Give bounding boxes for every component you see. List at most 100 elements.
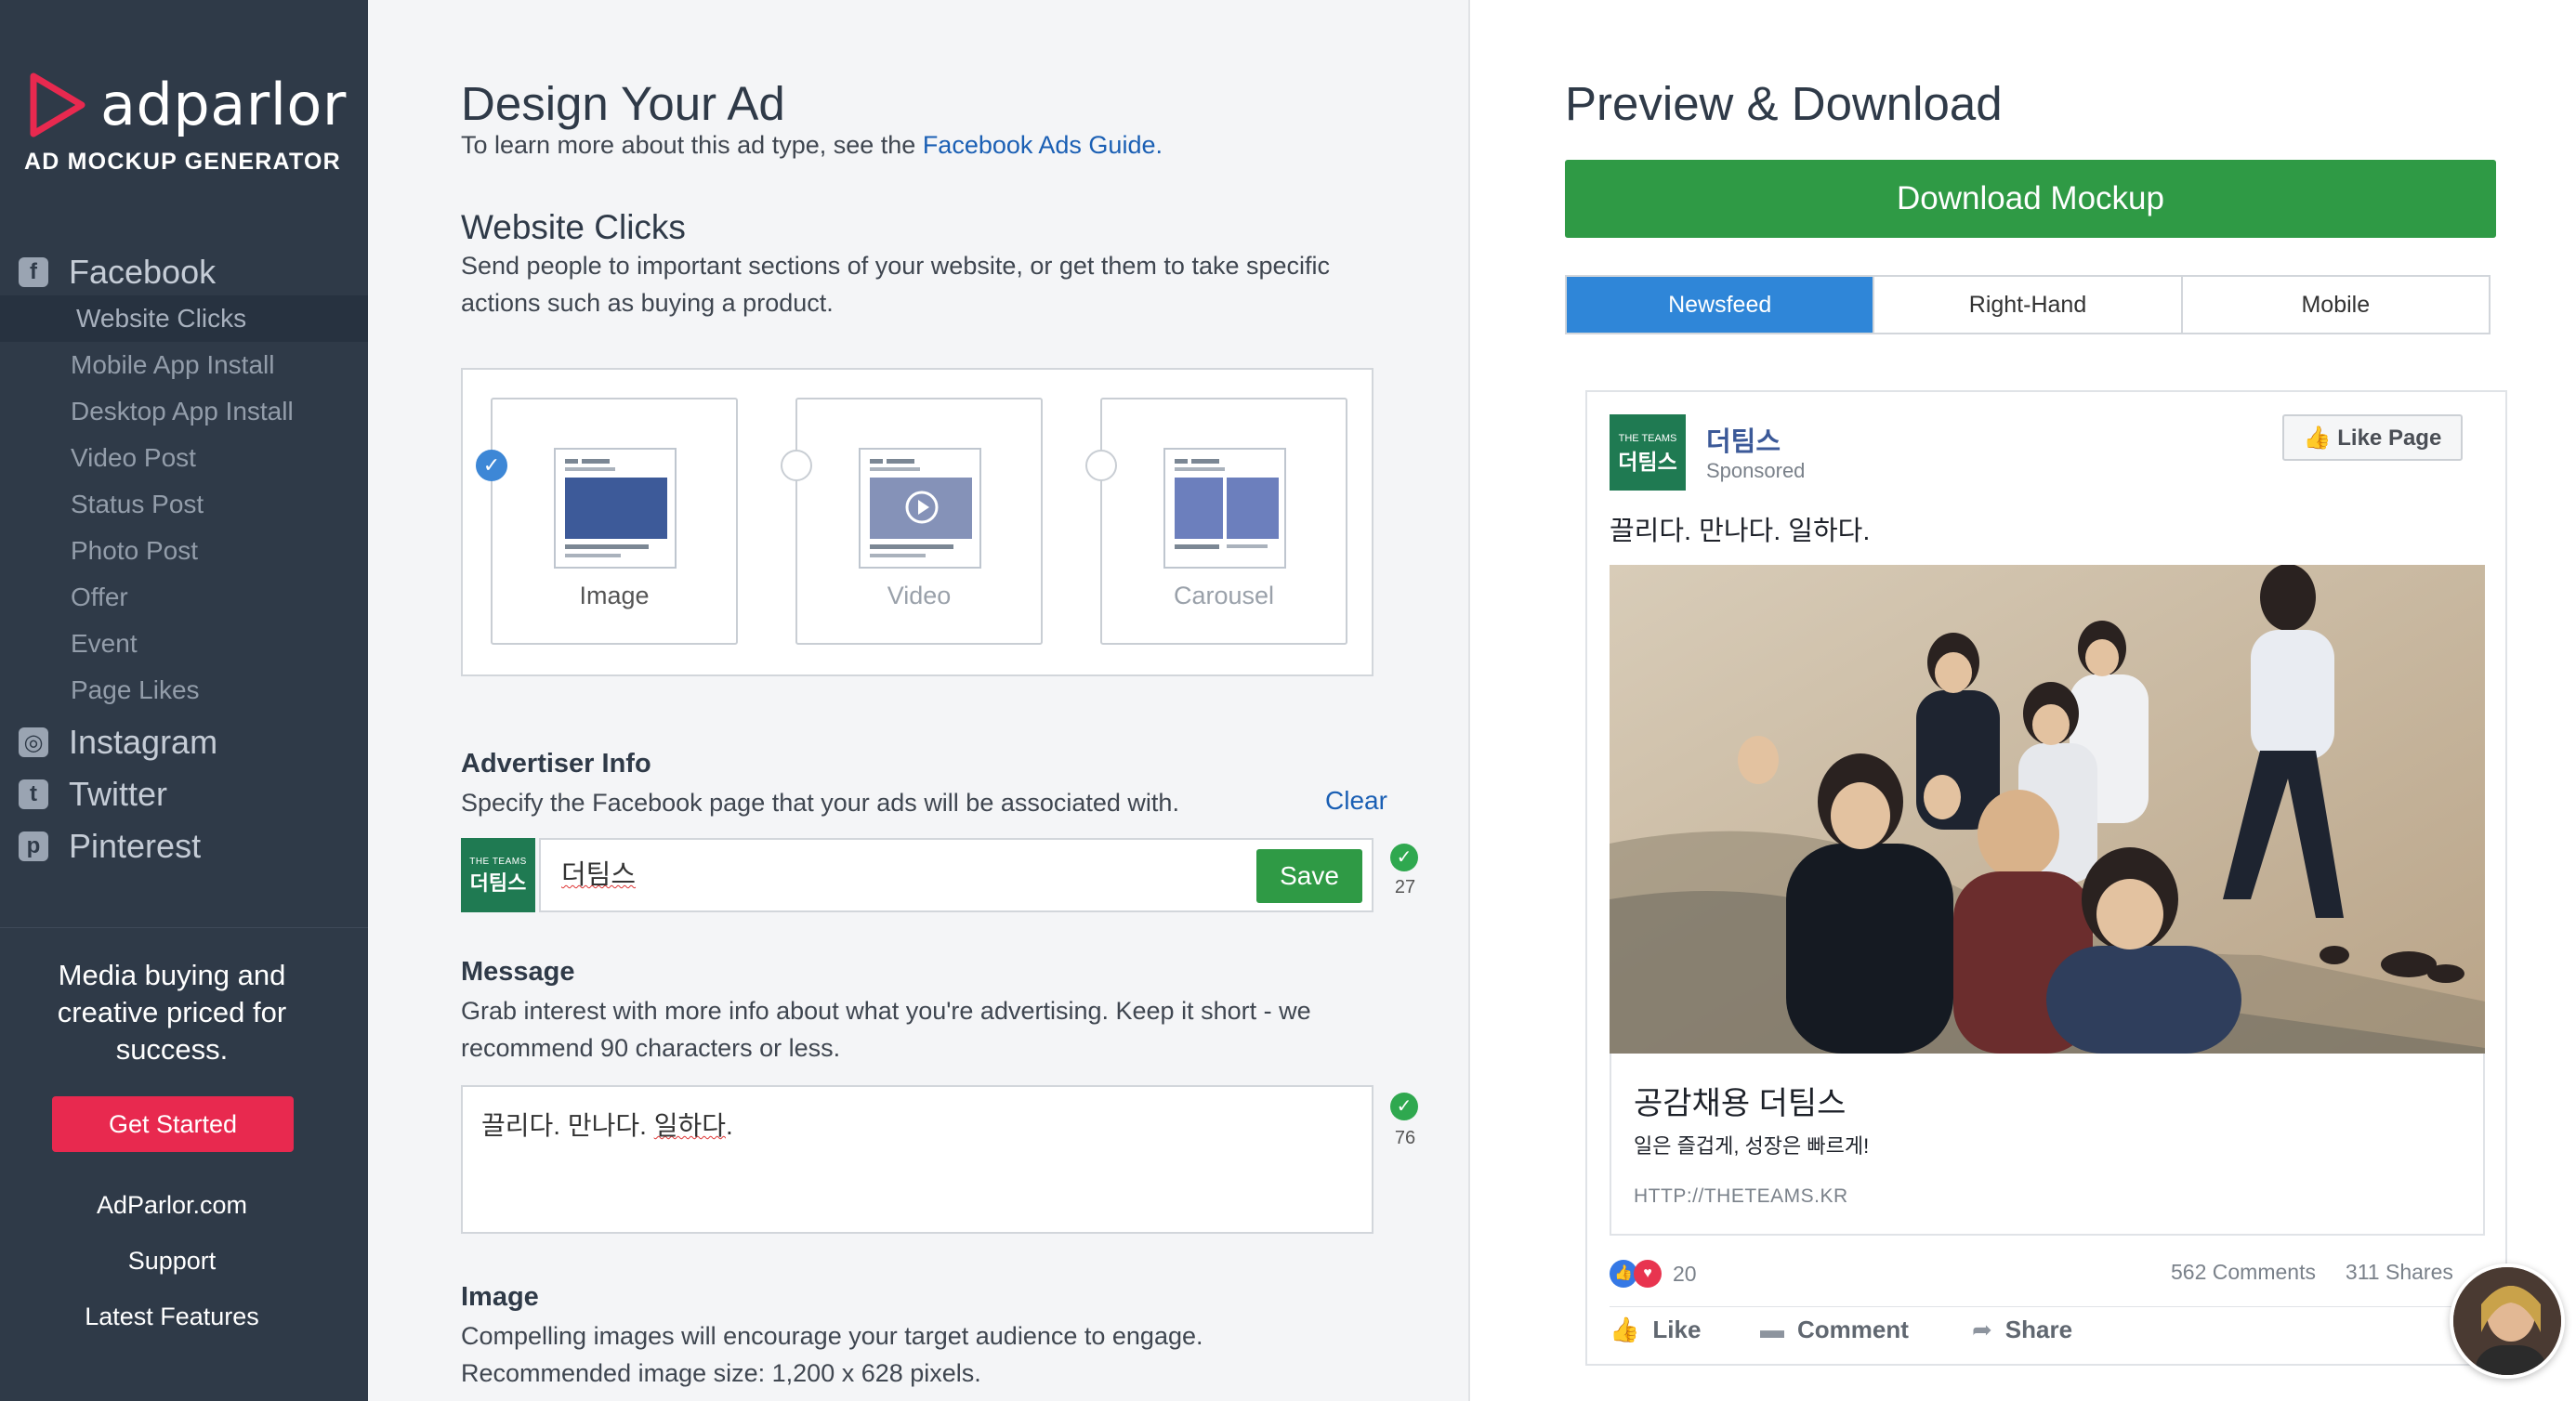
like-page-button[interactable]: 👍 Like Page bbox=[2282, 414, 2463, 461]
action-label: Like bbox=[1652, 1316, 1702, 1343]
sidebar-item-mobile-app-install[interactable]: Mobile App Install bbox=[0, 342, 368, 388]
format-carousel-card[interactable]: Carousel bbox=[1100, 398, 1347, 645]
message-char-count: 76 bbox=[1394, 1128, 1416, 1148]
pinterest-icon: p bbox=[19, 831, 48, 861]
design-intro: To learn more about this ad type, see th… bbox=[461, 126, 1163, 164]
message-value: . bbox=[725, 1111, 733, 1140]
facebook-ads-guide-link[interactable]: Facebook Ads Guide. bbox=[923, 131, 1163, 159]
advertiser-logo: THE TEAMS 더팀스 bbox=[461, 838, 535, 912]
page-name[interactable]: 더팀스 bbox=[1706, 420, 1781, 459]
advertiser-page-input[interactable]: 더팀스 Save bbox=[539, 838, 1373, 912]
video-format-icon bbox=[859, 448, 981, 569]
share-count[interactable]: 311 Shares bbox=[2346, 1260, 2453, 1284]
format-video-card[interactable]: Video bbox=[795, 398, 1043, 645]
format-label: Image bbox=[579, 582, 650, 609]
tab-newsfeed[interactable]: Newsfeed bbox=[1567, 277, 1873, 333]
sidebar-item-event[interactable]: Event bbox=[0, 621, 368, 667]
message-textarea[interactable]: 끌리다. 만나다. 일하다. bbox=[461, 1085, 1373, 1234]
sidebar-item-website-clicks[interactable]: Website Clicks bbox=[0, 295, 368, 342]
group-photo-image bbox=[1610, 565, 2485, 1054]
advertiser-row: THE TEAMS 더팀스 더팀스 Save bbox=[461, 838, 1373, 912]
format-selector: Image ✓ Video Carousel bbox=[461, 368, 1373, 676]
image-format-icon bbox=[554, 448, 677, 569]
sidebar-item-photo-post[interactable]: Photo Post bbox=[0, 528, 368, 574]
logo-big-text: 더팀스 bbox=[1618, 450, 1677, 474]
message-value: 끌리다. 만나다. bbox=[481, 1111, 654, 1140]
twitter-icon: t bbox=[19, 779, 48, 809]
app-root: adparlor AD MOCKUP GENERATOR f Facebook … bbox=[0, 0, 2576, 1401]
advertiser-info-desc: Specify the Facebook page that your ads … bbox=[461, 789, 1179, 817]
comment-action-button[interactable]: ▬ Comment bbox=[1760, 1316, 1909, 1344]
tab-mobile[interactable]: Mobile bbox=[2180, 277, 2489, 333]
message-value-misspelled: 일하다 bbox=[653, 1111, 726, 1140]
link-url: HTTP://THETEAMS.KR bbox=[1634, 1185, 1848, 1207]
save-button[interactable]: Save bbox=[1256, 849, 1362, 903]
check-icon: ✓ bbox=[1390, 1093, 1418, 1120]
logo-small-text: THE TEAMS bbox=[1618, 433, 1677, 444]
logo-small-text: THE TEAMS bbox=[469, 857, 527, 867]
support-chat-avatar[interactable] bbox=[2450, 1264, 2565, 1379]
share-action-button[interactable]: ➦ Share bbox=[1972, 1316, 2072, 1344]
sidebar-item-status-post[interactable]: Status Post bbox=[0, 481, 368, 528]
reaction-count: 20 bbox=[1673, 1261, 1697, 1286]
design-title: Design Your Ad bbox=[461, 77, 785, 130]
preview-title: Preview & Download bbox=[1565, 77, 2003, 130]
play-icon bbox=[905, 491, 939, 524]
sidebar-item-label: Instagram bbox=[69, 723, 218, 761]
link-preview[interactable]: 공감채용 더팀스 일은 즐겁게, 성장은 빠르게! HTTP://THETEAM… bbox=[1610, 1054, 2485, 1236]
link-description: 일은 즐겁게, 성장은 빠르게! bbox=[1634, 1134, 1870, 1158]
share-icon: ➦ bbox=[1972, 1316, 1992, 1343]
logo[interactable]: adparlor bbox=[28, 71, 347, 138]
facebook-post-preview: THE TEAMS 더팀스 더팀스 Sponsored 👍 Like Page … bbox=[1585, 390, 2507, 1366]
sidebar-item-instagram[interactable]: ◎ Instagram bbox=[0, 719, 368, 766]
ad-type-desc: Send people to important sections of you… bbox=[461, 252, 1331, 280]
advertiser-char-count: 27 bbox=[1394, 877, 1416, 897]
sidebar-item-twitter[interactable]: t Twitter bbox=[0, 771, 368, 818]
format-image-radio[interactable]: ✓ bbox=[476, 450, 507, 481]
download-mockup-button[interactable]: Download Mockup bbox=[1565, 160, 2496, 238]
get-started-button[interactable]: Get Started bbox=[52, 1096, 294, 1152]
image-desc: Compelling images will encourage your ta… bbox=[461, 1322, 1203, 1350]
logo-big-text: 더팀스 bbox=[469, 871, 527, 895]
ad-type-title: Website Clicks bbox=[461, 208, 686, 246]
latest-features-link[interactable]: Latest Features bbox=[0, 1303, 344, 1331]
advertiser-info-title: Advertiser Info bbox=[461, 749, 651, 779]
format-video-radio[interactable] bbox=[781, 450, 812, 481]
promo-line: Media buying and bbox=[58, 959, 286, 991]
intro-text: To learn more about this ad type, see th… bbox=[461, 131, 923, 159]
preview-panel: Preview & Download Download Mockup Newsf… bbox=[1472, 0, 2576, 1401]
thumbs-up-icon: 👍 bbox=[1610, 1316, 1640, 1343]
sidebar-item-page-likes[interactable]: Page Likes bbox=[0, 667, 368, 714]
message-title: Message bbox=[461, 957, 575, 987]
post-image[interactable] bbox=[1610, 565, 2485, 1054]
actions-divider bbox=[1610, 1306, 2485, 1307]
like-action-button[interactable]: 👍 Like bbox=[1610, 1316, 1701, 1344]
sidebar-item-desktop-app-install[interactable]: Desktop App Install bbox=[0, 388, 368, 435]
format-carousel-radio[interactable] bbox=[1085, 450, 1117, 481]
logo-subtitle: AD MOCKUP GENERATOR bbox=[24, 149, 341, 175]
sidebar-item-facebook[interactable]: f Facebook bbox=[0, 249, 368, 295]
comment-count[interactable]: 562 Comments bbox=[2171, 1260, 2316, 1284]
adparlor-link[interactable]: AdParlor.com bbox=[0, 1191, 344, 1220]
format-image-card[interactable]: Image bbox=[491, 398, 738, 645]
format-label: Video bbox=[887, 582, 952, 609]
link-headline: 공감채용 더팀스 bbox=[1634, 1086, 1847, 1121]
promo-line: success. bbox=[115, 1033, 229, 1066]
sidebar-item-offer[interactable]: Offer bbox=[0, 574, 368, 621]
like-page-label: Like Page bbox=[2337, 425, 2442, 451]
sidebar-item-label: Twitter bbox=[69, 775, 168, 813]
image-desc: Recommended image size: 1,200 x 628 pixe… bbox=[461, 1359, 981, 1387]
tab-right-hand[interactable]: Right-Hand bbox=[1873, 277, 2181, 333]
clear-link[interactable]: Clear bbox=[1325, 786, 1387, 816]
promo-text: Media buying and creative priced for suc… bbox=[0, 957, 344, 1068]
message-desc: recommend 90 characters or less. bbox=[461, 1034, 841, 1062]
design-panel: Design Your Ad To learn more about this … bbox=[368, 0, 1470, 1401]
reactions-summary[interactable]: 👍 ♥ 20 bbox=[1610, 1260, 1697, 1288]
action-label: Share bbox=[2004, 1316, 2073, 1343]
sidebar-item-video-post[interactable]: Video Post bbox=[0, 435, 368, 481]
sidebar-item-pinterest[interactable]: p Pinterest bbox=[0, 823, 368, 870]
instagram-icon: ◎ bbox=[19, 727, 48, 757]
support-link[interactable]: Support bbox=[0, 1247, 344, 1276]
carousel-format-icon bbox=[1163, 448, 1286, 569]
comment-icon: ▬ bbox=[1760, 1316, 1784, 1343]
